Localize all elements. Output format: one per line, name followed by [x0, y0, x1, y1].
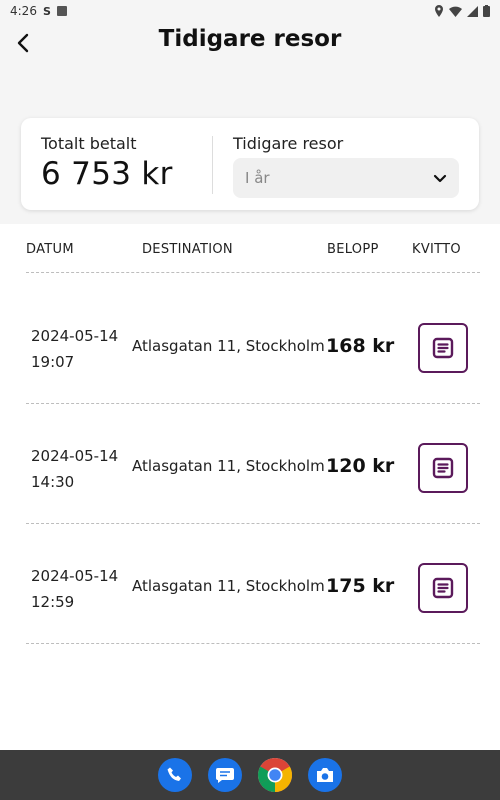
row-divider	[26, 523, 480, 524]
camera-icon	[317, 768, 333, 782]
table-row: 2024-05-14 14:30 Atlasgatan 11, Stockhol…	[26, 423, 480, 543]
row-date: 2024-05-14	[31, 327, 119, 345]
row-time: 12:59	[31, 593, 75, 611]
messages-icon	[216, 768, 234, 783]
period-dropdown[interactable]: I år	[233, 158, 459, 198]
row-amount: 175 kr	[326, 575, 395, 597]
row-amount: 120 kr	[326, 455, 395, 477]
period-selected-value: I år	[245, 169, 270, 187]
table-row: 2024-05-14 19:07 Atlasgatan 11, Stockhol…	[26, 303, 480, 423]
table-header: DATUM DESTINATION BELOPP KVITTO	[26, 242, 480, 262]
dock-bar	[0, 750, 500, 800]
row-destination: Atlasgatan 11, Stockholm	[132, 577, 325, 595]
chrome-app-button[interactable]	[258, 758, 292, 792]
app-bar: Tidigare resor	[0, 22, 500, 64]
column-header-receipt: KVITTO	[412, 242, 461, 257]
header-divider	[26, 272, 480, 273]
column-header-destination: DESTINATION	[142, 242, 233, 257]
status-bar: 4:26 S	[0, 0, 500, 22]
phone-app-button[interactable]	[158, 758, 192, 792]
receipt-button[interactable]	[418, 323, 468, 373]
table-row: 2024-05-14 12:59 Atlasgatan 11, Stockhol…	[26, 543, 480, 663]
receipt-icon	[432, 337, 454, 359]
battery-icon	[483, 5, 490, 17]
receipt-icon	[432, 457, 454, 479]
status-right	[434, 5, 490, 17]
row-destination: Atlasgatan 11, Stockholm	[132, 457, 325, 475]
row-amount: 168 kr	[326, 335, 395, 357]
row-time: 14:30	[31, 473, 75, 491]
messages-app-button[interactable]	[208, 758, 242, 792]
receipt-button[interactable]	[418, 563, 468, 613]
column-header-amount: BELOPP	[327, 242, 379, 257]
total-paid-label: Totalt betalt	[41, 134, 137, 153]
signal-icon	[467, 5, 478, 17]
period-label: Tidigare resor	[233, 134, 344, 153]
location-icon	[435, 5, 443, 17]
receipt-button[interactable]	[418, 443, 468, 493]
card-divider	[212, 136, 213, 194]
status-time: 4:26	[10, 4, 37, 18]
row-datetime: 2024-05-14 12:59	[31, 563, 118, 615]
row-divider	[26, 403, 480, 404]
page-title: Tidigare resor	[158, 26, 342, 52]
summary-card: Totalt betalt 6 753 kr Tidigare resor I …	[21, 118, 479, 210]
receipt-icon	[432, 577, 454, 599]
row-divider	[26, 643, 480, 644]
sd-card-icon	[56, 6, 67, 16]
wifi-icon	[449, 6, 462, 17]
column-header-date: DATUM	[26, 242, 74, 257]
total-paid-value: 6 753 kr	[41, 156, 173, 192]
chevron-down-icon	[433, 174, 447, 182]
row-destination: Atlasgatan 11, Stockholm	[132, 337, 325, 355]
row-date: 2024-05-14	[31, 567, 119, 585]
row-datetime: 2024-05-14 19:07	[31, 323, 118, 375]
row-date: 2024-05-14	[31, 447, 119, 465]
status-left: 4:26 S	[10, 4, 67, 18]
chrome-icon	[258, 758, 292, 792]
phone-icon	[167, 767, 181, 781]
row-datetime: 2024-05-14 14:30	[31, 443, 118, 495]
row-time: 19:07	[31, 353, 75, 371]
camera-app-button[interactable]	[308, 758, 342, 792]
sim-s-icon: S	[42, 4, 51, 18]
